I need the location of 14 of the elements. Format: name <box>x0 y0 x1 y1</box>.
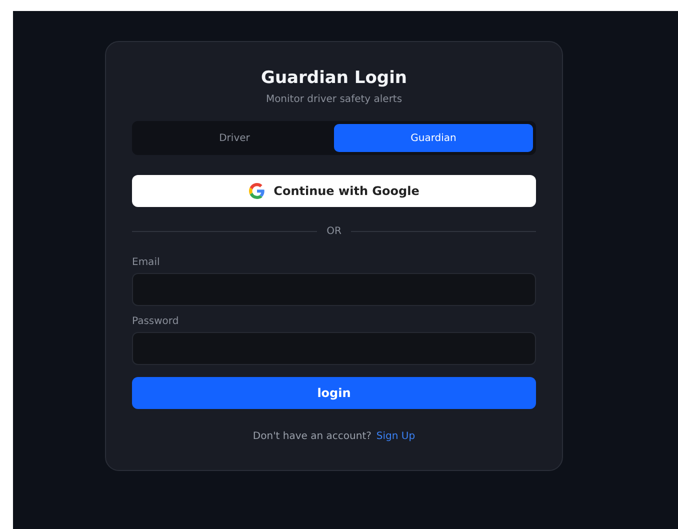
card-subtitle: Monitor driver safety alerts <box>264 94 404 105</box>
login-button[interactable]: login <box>132 377 536 409</box>
signup-prompt: Don't have an account? <box>252 431 372 442</box>
field-label: Password <box>132 316 180 327</box>
card-title: Guardian Login <box>260 68 408 88</box>
divider-label: OR <box>326 226 342 237</box>
input-field[interactable] <box>132 332 536 365</box>
google-button[interactable]: Continue with Google <box>132 175 536 207</box>
input-field[interactable] <box>132 273 536 306</box>
role-tab[interactable]: Guardian <box>334 124 533 152</box>
google-icon <box>248 183 265 199</box>
field-label: Email <box>132 257 161 268</box>
signup-link[interactable]: Sign Up <box>376 431 416 442</box>
role-tab[interactable]: Driver <box>135 124 334 152</box>
